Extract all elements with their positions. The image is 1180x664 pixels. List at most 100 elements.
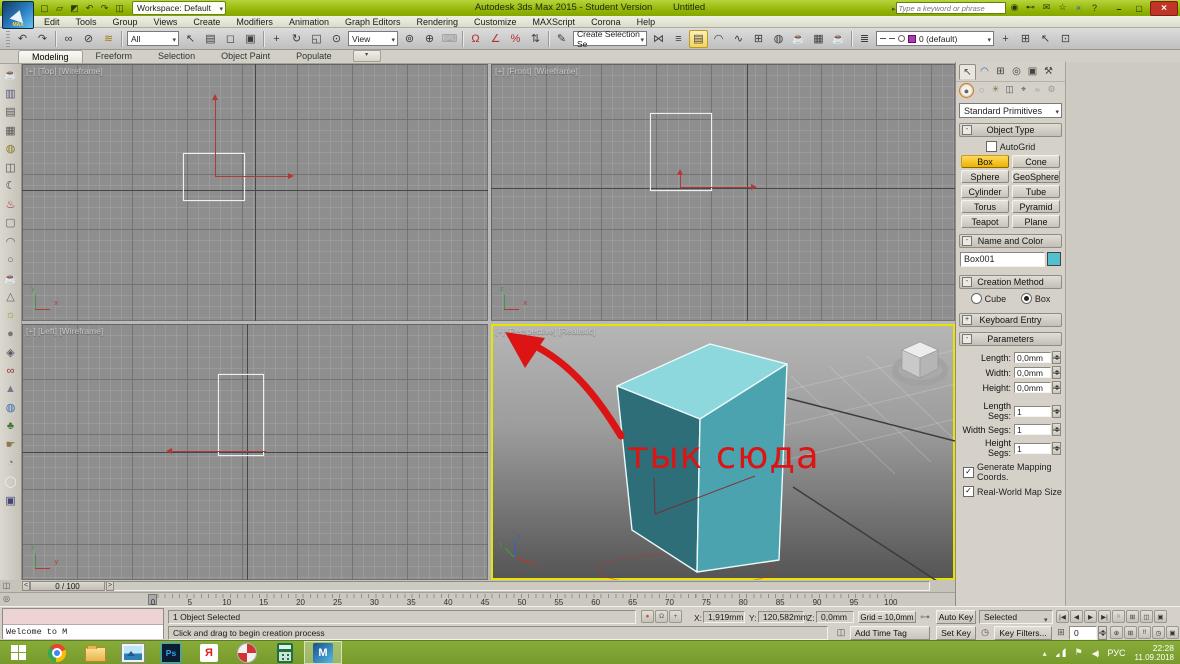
autodesk-exchange-icon[interactable]: × xyxy=(1072,1,1085,14)
create-new-layer-icon[interactable]: + xyxy=(996,30,1015,48)
previous-frame-button[interactable]: < xyxy=(22,581,30,591)
length-field[interactable]: 0,0mm xyxy=(1014,352,1051,363)
curve-editor-icon[interactable]: ∿ xyxy=(729,30,748,48)
keyboard-override-icon[interactable]: ⌨ xyxy=(440,30,459,48)
utilities-tab-icon[interactable]: ⚒ xyxy=(1041,64,1056,78)
tray-expand-icon[interactable] xyxy=(1043,648,1047,658)
window-crossing-icon[interactable]: ▣ xyxy=(241,30,260,48)
taskbar-explorer[interactable] xyxy=(76,641,114,664)
cameras-icon[interactable]: ◫ xyxy=(1003,83,1016,96)
max-app-button[interactable]: MAX xyxy=(2,1,34,29)
network-icon[interactable] xyxy=(1056,648,1066,657)
percent-snap-icon[interactable]: % xyxy=(506,30,525,48)
list-icon[interactable]: ▤ xyxy=(2,103,20,120)
clipboard-icon[interactable]: ▣ xyxy=(2,492,20,509)
listener-script-pane[interactable]: Welcome to M xyxy=(3,625,163,639)
speaker-icon[interactable] xyxy=(1092,648,1099,658)
menu-corona[interactable]: Corona xyxy=(583,17,629,27)
rendered-frame-icon[interactable]: ▦ xyxy=(809,30,828,48)
box-primitive-icon[interactable]: ▢ xyxy=(2,214,20,231)
primitive-button-cone[interactable]: Cone xyxy=(1012,155,1060,168)
manage-layers-icon[interactable]: ≣ xyxy=(855,30,874,48)
track-bar[interactable]: ◎ 05101520253035404550556065707580859095… xyxy=(0,592,955,607)
minimize-button[interactable] xyxy=(1110,2,1128,15)
unlink-selection-icon[interactable]: ⊘ xyxy=(79,30,98,48)
select-and-place-icon[interactable]: ⊙ xyxy=(327,30,346,48)
rollout-keyboard-entry[interactable]: + Keyboard Entry xyxy=(959,313,1062,327)
project-folder-icon[interactable]: ◫ xyxy=(113,2,126,15)
ribbon-tab-freeform[interactable]: Freeform xyxy=(83,50,146,63)
infocenter-search-icon[interactable]: ◉ xyxy=(1008,1,1021,14)
new-scene-icon[interactable]: ▢ xyxy=(38,2,51,15)
primitive-button-plane[interactable]: Plane xyxy=(1012,215,1060,228)
shell-icon[interactable]: ◔ xyxy=(2,455,20,472)
save-file-icon[interactable]: ◩ xyxy=(68,2,81,15)
toolbar-grip[interactable] xyxy=(6,31,10,47)
action-center-flag-icon[interactable] xyxy=(1075,647,1083,658)
rollout-creation-method[interactable]: - Creation Method xyxy=(959,275,1062,289)
set-key-button[interactable]: Set Key xyxy=(936,626,976,640)
z-coordinate-field[interactable]: 0,0mm xyxy=(816,611,854,623)
menu-customize[interactable]: Customize xyxy=(466,17,525,27)
viewport-left-label[interactable]: [+] [Left] [Wireframe] xyxy=(26,326,103,336)
select-object-icon[interactable]: ↖ xyxy=(181,30,200,48)
primitive-button-teapot[interactable]: Teapot xyxy=(961,215,1009,228)
redo-icon[interactable]: ↷ xyxy=(98,2,111,15)
creation-method-box[interactable]: Box xyxy=(1021,293,1051,304)
next-frame-icon[interactable]: ▶| xyxy=(1098,610,1111,623)
select-by-name-icon[interactable]: ▤ xyxy=(201,30,220,48)
menu-rendering[interactable]: Rendering xyxy=(409,17,467,27)
white-sphere-icon[interactable]: ◯ xyxy=(2,473,20,490)
create-tab-icon[interactable]: ↖ xyxy=(959,64,976,80)
select-and-rotate-icon[interactable]: ↻ xyxy=(287,30,306,48)
edit-named-selections-icon[interactable]: ✎ xyxy=(552,30,571,48)
ribbon-tab-selection[interactable]: Selection xyxy=(145,50,208,63)
maxscript-mini-listener[interactable]: Welcome to M xyxy=(2,608,164,639)
favorites-star-icon[interactable]: ☆ xyxy=(1056,1,1069,14)
named-selection-sets-combo[interactable]: Create Selection Se xyxy=(573,31,647,46)
object-color-swatch[interactable] xyxy=(1047,252,1061,266)
set-key-icon[interactable] xyxy=(918,611,932,624)
next-frame-button[interactable]: > xyxy=(106,581,114,591)
machine-icon[interactable]: ♨ xyxy=(2,196,20,213)
render-setup-icon[interactable]: ☕ xyxy=(789,30,808,48)
viewport-top[interactable]: [+] [Top] [Wireframe] yx xyxy=(22,64,488,321)
add-selection-to-layer-icon[interactable]: ⊞ xyxy=(1016,30,1035,48)
restore-button[interactable] xyxy=(1130,2,1148,15)
dumbbell-icon[interactable]: ∞ xyxy=(2,362,20,379)
length-segs-field[interactable]: 1 xyxy=(1014,406,1051,417)
primitive-button-pyramid[interactable]: Pyramid xyxy=(1012,200,1060,213)
ribbon-minimize-button[interactable]: ▾ xyxy=(353,50,381,62)
calculator-icon[interactable]: ▦ xyxy=(2,122,20,139)
teapot-render-icon[interactable]: ☕ xyxy=(2,66,20,83)
viewcube[interactable] xyxy=(895,342,945,383)
listener-macro-pane[interactable] xyxy=(3,609,163,625)
length-spinner[interactable] xyxy=(1052,351,1061,364)
transform-gizmo-icon[interactable]: + xyxy=(669,610,682,623)
primitive-button-cylinder[interactable]: Cylinder xyxy=(961,185,1009,198)
generate-mapping-checkbox[interactable]: ✓ xyxy=(963,467,974,478)
selection-filter-dropdown[interactable]: All xyxy=(127,31,179,46)
frame-spinner[interactable] xyxy=(1098,626,1107,640)
taskbar-calculator[interactable] xyxy=(266,641,304,664)
hierarchy-tab-icon[interactable]: ⊞ xyxy=(993,64,1008,78)
menu-animation[interactable]: Animation xyxy=(281,17,337,27)
angle-snap-icon[interactable]: ∠ xyxy=(486,30,505,48)
select-and-scale-icon[interactable]: ◱ xyxy=(307,30,326,48)
width-spinner[interactable] xyxy=(1052,366,1061,379)
viewport-left[interactable]: [+] [Left] [Wireframe] zy xyxy=(22,324,488,580)
taskbar-chrome[interactable] xyxy=(38,641,76,664)
primitive-button-sphere[interactable]: Sphere xyxy=(961,170,1009,183)
dome-primitive-icon[interactable]: ◠ xyxy=(2,233,20,250)
time-slider[interactable]: 0 / 100 xyxy=(30,581,105,591)
y-coordinate-field[interactable]: 120,582mm xyxy=(758,611,804,623)
search-arrow-icon[interactable] xyxy=(892,3,896,13)
hand-tool-icon[interactable]: ☛ xyxy=(2,436,20,453)
width-segs-spinner[interactable] xyxy=(1052,423,1061,436)
height-field[interactable]: 0,0mm xyxy=(1014,382,1051,393)
auto-key-button[interactable]: Auto Key xyxy=(936,610,976,624)
reference-coordsys-dropdown[interactable]: View xyxy=(348,31,398,46)
zoom-extents-icon[interactable]: ‼ xyxy=(1138,626,1151,639)
real-world-checkbox[interactable]: ✓ xyxy=(963,486,974,497)
primitive-button-box[interactable]: Box xyxy=(961,155,1009,168)
